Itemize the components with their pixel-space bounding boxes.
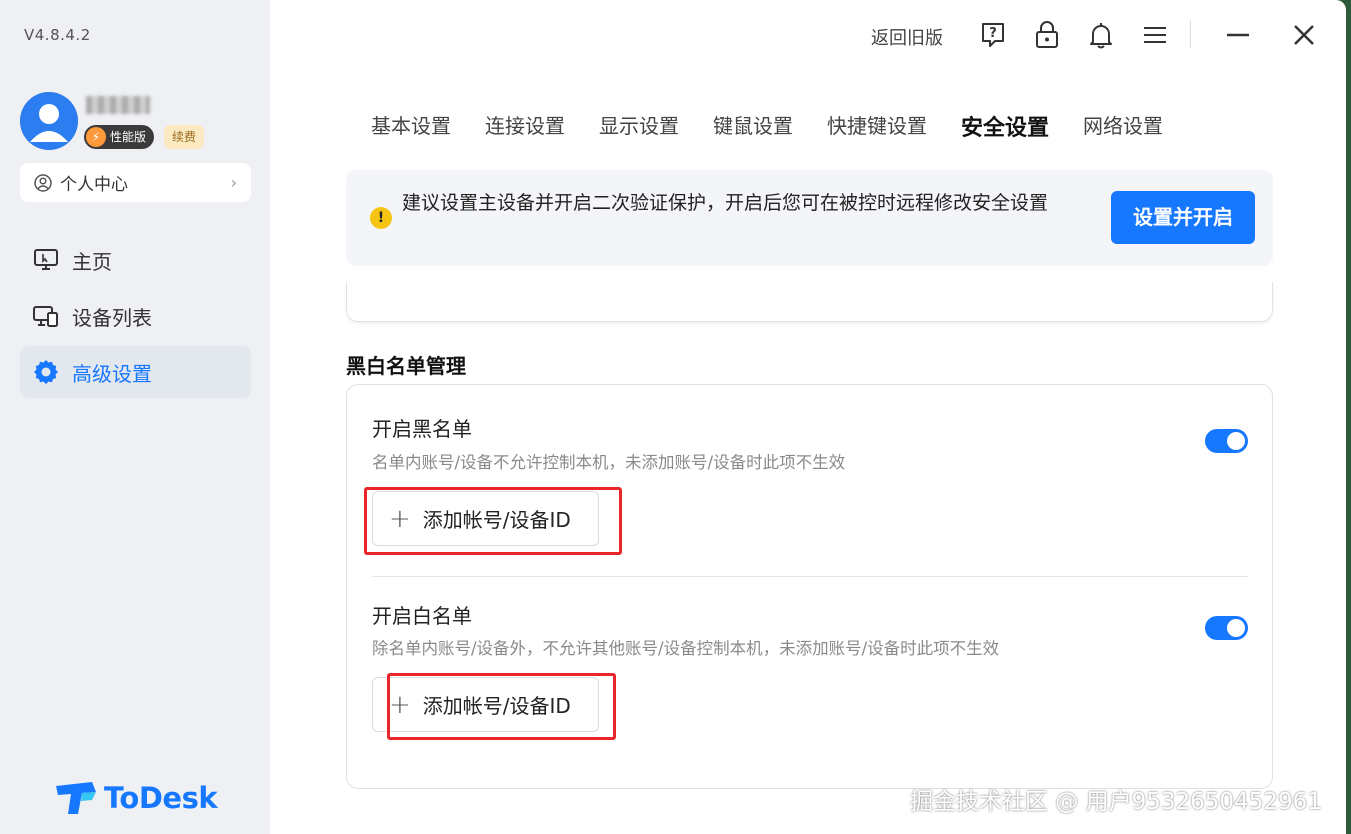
watermark: 掘金技术社区 @ 用户9532650452961 <box>910 789 1322 815</box>
blacklist-title: 开启黑名单 <box>372 417 472 441</box>
menu-icon[interactable] <box>1141 20 1169 50</box>
lock-icon[interactable] <box>1033 20 1061 50</box>
svg-text:?: ? <box>989 26 997 41</box>
sidebar-item-advanced-settings[interactable]: 高级设置 <box>20 346 251 398</box>
tab-shortcuts[interactable]: 快捷键设置 <box>827 110 927 142</box>
renew-button[interactable]: 续费 <box>164 125 205 149</box>
tab-connection[interactable]: 连接设置 <box>485 110 565 142</box>
devices-icon <box>33 306 58 327</box>
app-window: V4.8.4.2 ⚡ 性能版 续费 个人中心 › 主页 设备列表 高级设置 To… <box>0 0 1346 834</box>
close-icon[interactable] <box>1290 20 1318 50</box>
divider <box>372 576 1248 577</box>
toggle-knob <box>1227 432 1245 450</box>
performance-badge-label: 性能版 <box>110 130 147 144</box>
notice-message: 建议设置主设备并开启二次验证保护，开启后您可在被控时远程修改安全设置 <box>402 192 1049 214</box>
sidebar: V4.8.4.2 ⚡ 性能版 续费 个人中心 › 主页 设备列表 高级设置 To… <box>0 0 270 834</box>
gear-icon <box>34 360 58 384</box>
tab-network[interactable]: 网络设置 <box>1083 110 1163 142</box>
back-to-old-version-link[interactable]: 返回旧版 <box>871 24 943 50</box>
todesk-logo: ToDesk <box>52 780 218 816</box>
section-title: 黑白名单管理 <box>346 354 466 378</box>
sidebar-item-label: 设备列表 <box>72 305 152 330</box>
blacklist-toggle[interactable] <box>1205 429 1248 453</box>
avatar[interactable] <box>20 92 78 150</box>
username-blurred <box>86 96 150 114</box>
monitor-icon <box>34 249 58 270</box>
sidebar-item-devices[interactable]: 设备列表 <box>20 290 251 342</box>
sidebar-item-label: 主页 <box>72 249 112 274</box>
bolt-icon: ⚡ <box>86 127 106 147</box>
performance-badge: ⚡ 性能版 <box>84 125 155 149</box>
personal-center-button[interactable]: 个人中心 › <box>20 163 251 202</box>
whitelist-desc: 除名单内账号/设备外，不允许其他账号/设备控制本机，未添加账号/设备时此项不生效 <box>372 639 1000 658</box>
chevron-right-icon: › <box>230 173 237 192</box>
tab-keyboard-mouse[interactable]: 键鼠设置 <box>713 110 793 142</box>
tab-basic[interactable]: 基本设置 <box>371 110 451 142</box>
todesk-logo-icon <box>56 782 96 814</box>
personal-center-label: 个人中心 <box>60 175 128 195</box>
warning-icon: ! <box>370 207 392 229</box>
version-label: V4.8.4.2 <box>24 26 91 44</box>
highlight-box <box>387 673 616 740</box>
whitelist-title: 开启白名单 <box>372 604 472 628</box>
setup-and-enable-button[interactable]: 设置并开启 <box>1111 191 1255 244</box>
settings-tabs: 基本设置 连接设置 显示设置 键鼠设置 快捷键设置 安全设置 网络设置 <box>371 110 1163 142</box>
logo-text: ToDesk <box>104 781 218 815</box>
sidebar-item-label: 高级设置 <box>72 361 152 386</box>
bell-icon[interactable] <box>1087 20 1115 50</box>
tab-display[interactable]: 显示设置 <box>599 110 679 142</box>
help-icon[interactable]: ? <box>979 20 1007 50</box>
minimize-icon[interactable] <box>1224 20 1252 50</box>
toggle-knob <box>1227 619 1245 637</box>
sidebar-item-home[interactable]: 主页 <box>20 234 251 286</box>
topbar-divider <box>1190 20 1191 48</box>
previous-card-bottom <box>346 282 1273 322</box>
highlight-box <box>364 487 622 555</box>
tab-security[interactable]: 安全设置 <box>961 110 1049 142</box>
blacklist-desc: 名单内账号/设备不允许控制本机，未添加账号/设备时此项不生效 <box>372 453 846 472</box>
security-notice: ! 建议设置主设备并开启二次验证保护，开启后您可在被控时远程修改安全设置 设置并… <box>346 170 1273 266</box>
whitelist-toggle[interactable] <box>1205 616 1248 640</box>
user-circle-icon <box>34 173 52 192</box>
